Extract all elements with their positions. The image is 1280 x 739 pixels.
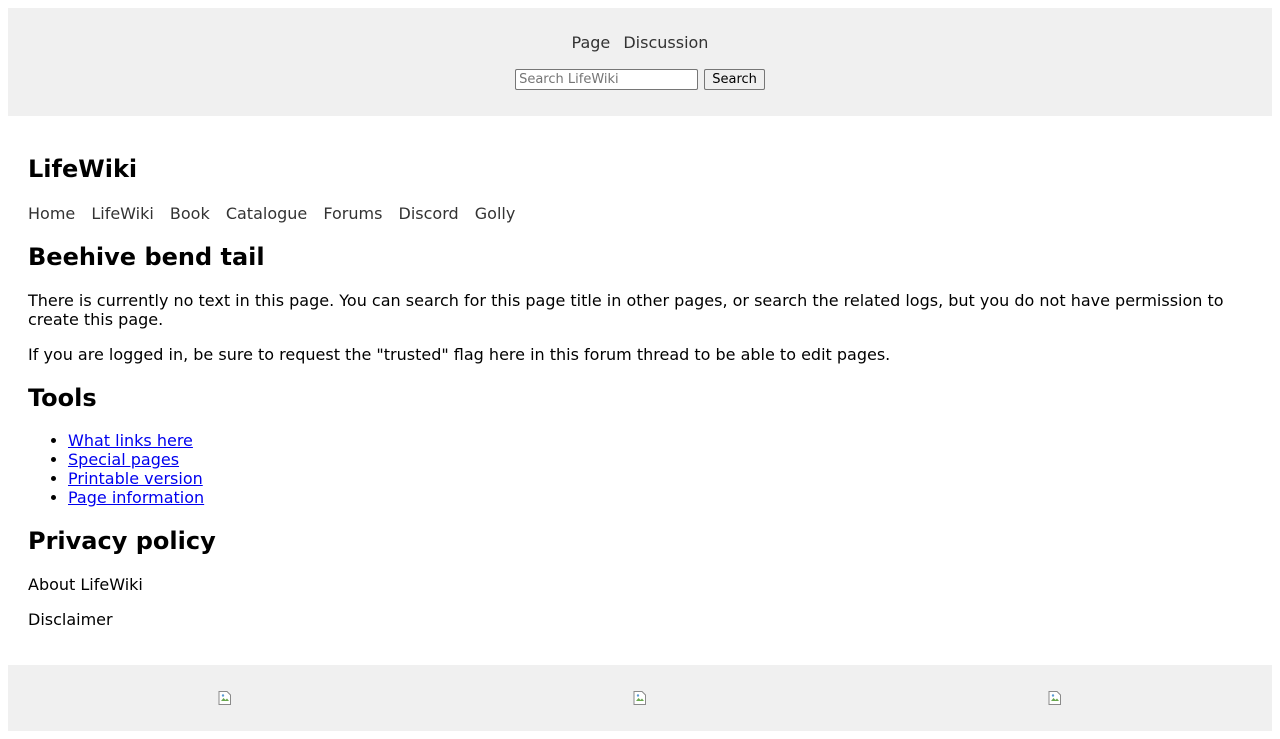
list-item: Special pages [68, 450, 204, 469]
what-links-here-link[interactable]: What links here [68, 431, 193, 450]
list-item: Printable version [68, 469, 204, 488]
nav-forums[interactable]: Forums [323, 204, 382, 223]
search-button[interactable]: Search [704, 69, 765, 90]
nav-home[interactable]: Home [28, 204, 75, 223]
trusted-flag-notice: If you are logged in, be sure to request… [28, 345, 891, 364]
nav-catalogue[interactable]: Catalogue [226, 204, 307, 223]
nav-golly[interactable]: Golly [475, 204, 516, 223]
nav-lifewiki[interactable]: LifeWiki [91, 204, 153, 223]
disclaimer-link[interactable]: Disclaimer [28, 610, 113, 629]
top-bar: Page Discussion Search [8, 8, 1272, 116]
tab-discussion[interactable]: Discussion [623, 33, 708, 52]
nav-discord[interactable]: Discord [399, 204, 459, 223]
nav-book[interactable]: Book [170, 204, 210, 223]
page-tabs: Page Discussion [8, 34, 1272, 52]
page-title: Beehive bend tail [28, 243, 265, 271]
search-input[interactable] [515, 69, 699, 90]
tab-page[interactable]: Page [572, 33, 611, 52]
list-item: Page information [68, 488, 204, 507]
special-pages-link[interactable]: Special pages [68, 450, 179, 469]
broken-image-icon[interactable] [632, 690, 648, 706]
site-title: LifeWiki [28, 155, 138, 183]
page-information-link[interactable]: Page information [68, 488, 204, 507]
no-text-notice: There is currently no text in this page.… [28, 291, 1224, 329]
broken-image-icon[interactable] [217, 690, 233, 706]
broken-image-icon[interactable] [1047, 690, 1063, 706]
list-item: What links here [68, 431, 204, 450]
about-link[interactable]: About LifeWiki [28, 575, 143, 594]
footer-bar [8, 665, 1272, 731]
tools-list: What links here Special pages Printable … [28, 431, 204, 507]
tools-heading: Tools [28, 384, 97, 412]
printable-version-link[interactable]: Printable version [68, 469, 203, 488]
search-form: Search [8, 69, 1272, 90]
site-nav: Home LifeWiki Book Catalogue Forums Disc… [28, 204, 526, 223]
privacy-policy-heading[interactable]: Privacy policy [28, 527, 216, 555]
